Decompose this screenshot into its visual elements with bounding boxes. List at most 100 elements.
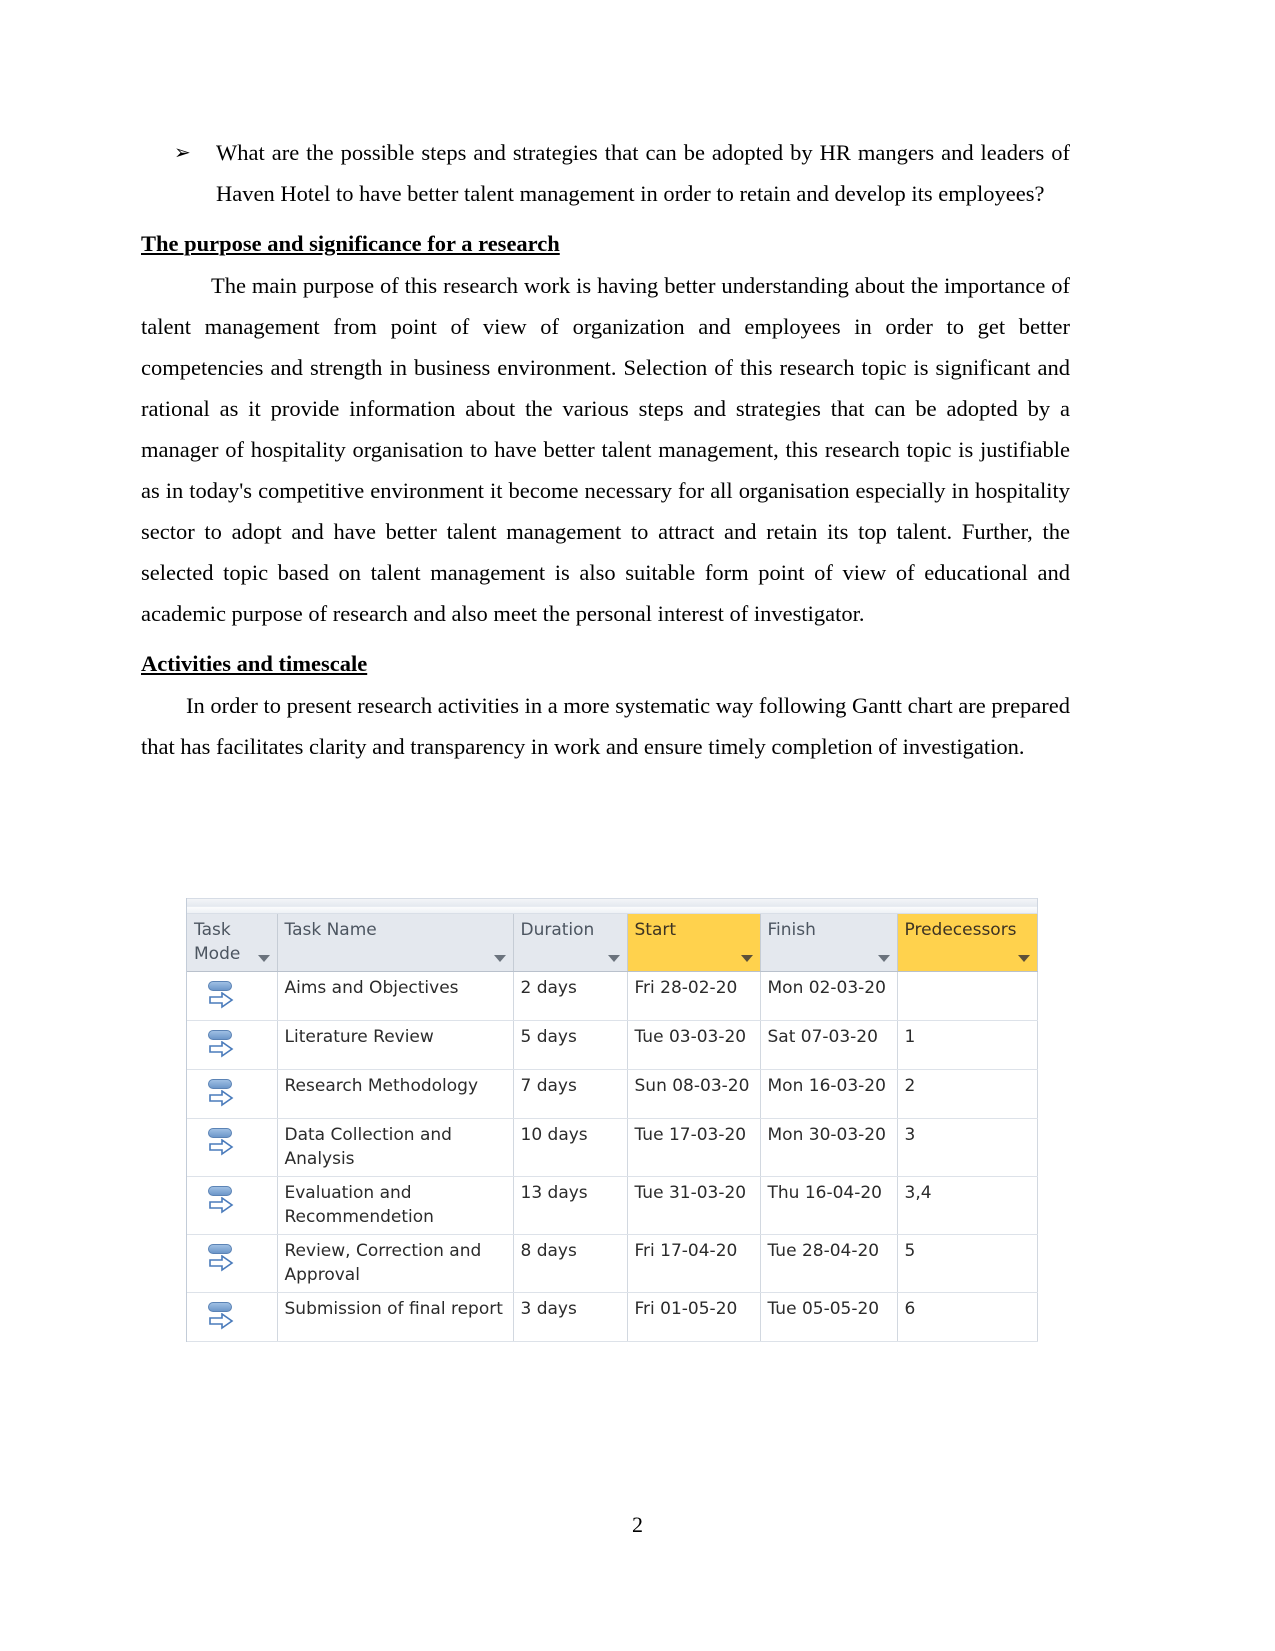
cell-finish[interactable]: Tue 05-05-20: [760, 1292, 898, 1342]
cell-task-mode[interactable]: [187, 971, 278, 1021]
cell-duration[interactable]: 2 days: [513, 971, 628, 1021]
cell-finish[interactable]: Mon 02-03-20: [760, 971, 898, 1021]
document-content: ➢ What are the possible steps and strate…: [141, 132, 1070, 767]
cell-predecessors[interactable]: 5: [897, 1234, 1038, 1293]
cell-finish[interactable]: Mon 30-03-20: [760, 1118, 898, 1177]
filter-dropdown-icon[interactable]: [1017, 955, 1030, 962]
manually-scheduled-icon-bar: [208, 1030, 232, 1040]
table-row[interactable]: Literature Review 5 days Tue 03-03-20 Sa…: [187, 1020, 1038, 1070]
cell-start[interactable]: Tue 31-03-20: [627, 1176, 761, 1235]
cell-task-mode[interactable]: [187, 1069, 278, 1119]
cell-duration[interactable]: 5 days: [513, 1020, 628, 1070]
column-header-predecessors-label: Predecessors: [904, 920, 1017, 940]
heading-activities-timescale: Activities and timescale: [141, 651, 368, 676]
column-header-predecessors[interactable]: Predecessors: [897, 914, 1038, 972]
manually-scheduled-icon: [208, 1128, 238, 1162]
cell-finish[interactable]: Sat 07-03-20: [760, 1020, 898, 1070]
cell-task-mode[interactable]: [187, 1020, 278, 1070]
filter-dropdown-icon[interactable]: [607, 955, 620, 962]
column-header-task-mode[interactable]: Task Mode: [187, 914, 278, 972]
page-number: 2: [632, 1512, 643, 1537]
manually-scheduled-icon-arrow: [209, 1197, 234, 1214]
cell-task-name[interactable]: Research Methodology: [277, 1069, 514, 1119]
table-row[interactable]: Data Collection and Analysis 10 days Tue…: [187, 1118, 1038, 1177]
cell-start[interactable]: Fri 01-05-20: [627, 1292, 761, 1342]
cell-task-name[interactable]: Review, Correction and Approval: [277, 1234, 514, 1293]
column-header-task-mode-label: Task Mode: [194, 920, 241, 964]
cell-task-mode[interactable]: [187, 1234, 278, 1293]
heading-purpose-significance: The purpose and significance for a resea…: [141, 231, 560, 256]
manually-scheduled-icon-bar: [208, 1186, 232, 1196]
cell-predecessors[interactable]: 3,4: [897, 1176, 1038, 1235]
filter-dropdown-icon[interactable]: [493, 955, 506, 962]
table-row[interactable]: Research Methodology 7 days Sun 08-03-20…: [187, 1069, 1038, 1119]
manually-scheduled-icon-arrow: [209, 1313, 234, 1330]
cell-finish[interactable]: Tue 28-04-20: [760, 1234, 898, 1293]
cell-finish[interactable]: Thu 16-04-20: [760, 1176, 898, 1235]
cell-duration[interactable]: 13 days: [513, 1176, 628, 1235]
manually-scheduled-icon-arrow: [209, 992, 234, 1009]
filter-dropdown-icon[interactable]: [257, 955, 270, 962]
column-header-finish[interactable]: Finish: [760, 914, 898, 972]
paragraph-purpose-body: The main purpose of this research work i…: [141, 273, 1070, 626]
cell-task-mode[interactable]: [187, 1118, 278, 1177]
table-row[interactable]: Evaluation and Recommendetion 13 days Tu…: [187, 1176, 1038, 1235]
cell-duration[interactable]: 3 days: [513, 1292, 628, 1342]
cell-finish[interactable]: Mon 16-03-20: [760, 1069, 898, 1119]
cell-duration[interactable]: 8 days: [513, 1234, 628, 1293]
cell-duration[interactable]: 7 days: [513, 1069, 628, 1119]
project-task-table: Task Mode Task Name Duration Start Finis…: [187, 914, 1038, 1342]
column-header-duration[interactable]: Duration: [513, 914, 628, 972]
project-toolbar-strip: [187, 898, 1037, 914]
column-header-finish-label: Finish: [767, 920, 816, 940]
table-row[interactable]: Review, Correction and Approval 8 days F…: [187, 1234, 1038, 1293]
cell-start[interactable]: Fri 17-04-20: [627, 1234, 761, 1293]
manually-scheduled-icon-bar: [208, 1302, 232, 1312]
cell-duration[interactable]: 10 days: [513, 1118, 628, 1177]
manually-scheduled-icon: [208, 1302, 238, 1336]
manually-scheduled-icon-bar: [208, 1128, 232, 1138]
cell-predecessors[interactable]: 6: [897, 1292, 1038, 1342]
cell-task-name[interactable]: Aims and Objectives: [277, 971, 514, 1021]
table-header-row: Task Mode Task Name Duration Start Finis…: [187, 914, 1038, 972]
column-header-start[interactable]: Start: [627, 914, 761, 972]
research-question-bullet: ➢ What are the possible steps and strate…: [141, 132, 1070, 214]
filter-dropdown-icon[interactable]: [877, 955, 890, 962]
cell-predecessors[interactable]: 3: [897, 1118, 1038, 1177]
manually-scheduled-icon: [208, 1030, 238, 1064]
arrow-bullet-icon: ➢: [174, 140, 191, 164]
cell-task-name[interactable]: Data Collection and Analysis: [277, 1118, 514, 1177]
column-header-duration-label: Duration: [520, 920, 595, 940]
cell-predecessors[interactable]: [897, 971, 1038, 1021]
cell-start[interactable]: Tue 17-03-20: [627, 1118, 761, 1177]
table-row[interactable]: Aims and Objectives 2 days Fri 28-02-20 …: [187, 971, 1038, 1021]
manually-scheduled-icon-arrow: [209, 1255, 234, 1272]
manually-scheduled-icon-bar: [208, 1079, 232, 1089]
cell-predecessors[interactable]: 2: [897, 1069, 1038, 1119]
cell-start[interactable]: Sun 08-03-20: [627, 1069, 761, 1119]
filter-dropdown-icon[interactable]: [740, 955, 753, 962]
manually-scheduled-icon: [208, 981, 238, 1015]
cell-task-name[interactable]: Submission of final report: [277, 1292, 514, 1342]
research-question-text: What are the possible steps and strategi…: [216, 140, 1070, 206]
gantt-chart-table-image: Task Mode Task Name Duration Start Finis…: [186, 898, 1038, 1342]
cell-task-mode[interactable]: [187, 1176, 278, 1235]
manually-scheduled-icon-bar: [208, 981, 232, 991]
column-header-start-label: Start: [634, 920, 677, 940]
manually-scheduled-icon-bar: [208, 1244, 232, 1254]
cell-task-name[interactable]: Evaluation and Recommendetion: [277, 1176, 514, 1235]
cell-start[interactable]: Fri 28-02-20: [627, 971, 761, 1021]
manually-scheduled-icon-arrow: [209, 1041, 234, 1058]
cell-start[interactable]: Tue 03-03-20: [627, 1020, 761, 1070]
document-page: ➢ What are the possible steps and strate…: [0, 0, 1275, 1651]
manually-scheduled-icon: [208, 1244, 238, 1278]
manually-scheduled-icon-arrow: [209, 1090, 234, 1107]
manually-scheduled-icon: [208, 1079, 238, 1113]
cell-task-name[interactable]: Literature Review: [277, 1020, 514, 1070]
manually-scheduled-icon: [208, 1186, 238, 1220]
cell-predecessors[interactable]: 1: [897, 1020, 1038, 1070]
table-row[interactable]: Submission of final report 3 days Fri 01…: [187, 1292, 1038, 1342]
cell-task-mode[interactable]: [187, 1292, 278, 1342]
column-header-task-name[interactable]: Task Name: [277, 914, 514, 972]
manually-scheduled-icon-arrow: [209, 1139, 234, 1156]
